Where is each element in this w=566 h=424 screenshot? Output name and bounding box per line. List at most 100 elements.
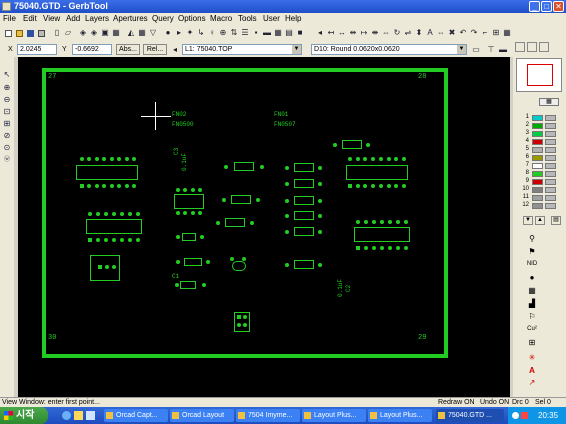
region-icon[interactable]: ▦ — [526, 285, 538, 296]
binoculars-icon[interactable]: ⚲ — [526, 233, 538, 244]
explorer-quicklaunch-icon[interactable] — [86, 411, 95, 420]
bend-icon[interactable]: ↳ — [196, 27, 206, 39]
save-icon[interactable] — [25, 27, 35, 39]
task-orcad-layout[interactable]: Orcad Layout — [170, 409, 234, 422]
layer-up-icon[interactable]: ▲ — [535, 216, 545, 225]
net-icon[interactable]: ✦ — [185, 27, 195, 39]
block-icon[interactable]: ■ — [295, 27, 305, 39]
menu-user[interactable]: User — [263, 13, 280, 25]
task-layout-plus-1[interactable]: Layout Plus... — [302, 409, 366, 422]
mode-icon[interactable] — [539, 42, 549, 52]
zoom-fit-icon[interactable]: ⊘ — [1, 131, 13, 141]
snowflake-icon[interactable]: ✳ — [526, 352, 538, 363]
pad-query-icon[interactable]: ● — [526, 272, 538, 283]
layer-row[interactable]: 6 — [513, 154, 566, 162]
gerber-canvas[interactable]: 27 28 30 29 FN02 FN0500 FN01 FN0507 C3 0… — [18, 57, 510, 397]
undo-icon[interactable]: ↶ — [458, 27, 468, 39]
corner-icon[interactable] — [527, 42, 537, 52]
layer-visibility-swatch[interactable] — [545, 131, 556, 137]
overview-panel[interactable] — [516, 58, 562, 92]
layer-row[interactable]: 10 — [513, 186, 566, 194]
new-file-icon[interactable] — [3, 27, 13, 39]
layer-visibility-swatch[interactable] — [545, 203, 556, 209]
layer-row[interactable]: 1 — [513, 114, 566, 122]
zoom-prev-icon[interactable]: ⊙ — [1, 143, 13, 153]
task-gerbtool[interactable]: 75040.GTD ... — [436, 409, 504, 422]
stretch-icon[interactable]: ↦ — [359, 27, 369, 39]
pad-icon[interactable]: ▸ — [174, 27, 184, 39]
open-folder-icon[interactable] — [14, 27, 24, 39]
pan-icon[interactable]: ↖ — [1, 70, 13, 80]
chart-icon[interactable]: ▟ — [526, 298, 538, 309]
compare-icon[interactable]: ⊞ — [526, 337, 538, 348]
distribute-icon[interactable]: ↔ — [337, 27, 347, 39]
menu-help[interactable]: Help — [285, 13, 301, 25]
abs-button[interactable]: Abs... — [116, 44, 140, 55]
desktop-quicklaunch-icon[interactable] — [74, 411, 83, 420]
x-coordinate-field[interactable]: 2.0245 — [17, 44, 57, 55]
layer-row[interactable]: 12 — [513, 202, 566, 210]
layer-color-swatch[interactable] — [532, 155, 543, 161]
zoom-all-icon[interactable]: ⊞ — [1, 119, 13, 129]
measure-icon[interactable]: ⊞ — [491, 27, 501, 39]
layer-row[interactable]: 2 — [513, 122, 566, 130]
layer-select[interactable]: L1: 75040.TOP ▼ — [182, 44, 302, 55]
redraw-icon[interactable]: ⓦ — [1, 155, 13, 165]
bracket-icon[interactable]: ⌐ — [480, 27, 490, 39]
snap-icon[interactable] — [515, 42, 525, 52]
menu-options[interactable]: Options — [178, 13, 206, 25]
chevron-down-icon[interactable]: ▼ — [457, 45, 466, 54]
redo-icon[interactable]: ↷ — [469, 27, 479, 39]
zoom-in-icon[interactable]: ⊕ — [1, 83, 13, 93]
lines-icon[interactable]: ☰ — [240, 27, 250, 39]
menu-layers[interactable]: Layers — [85, 13, 109, 25]
net-id-icon[interactable]: NID — [526, 259, 538, 270]
menu-add[interactable]: Add — [66, 13, 80, 25]
task-7504[interactable]: 7504 Imyme... — [236, 409, 300, 422]
aperture-table-icon[interactable]: ⊤ — [486, 44, 496, 56]
menu-macro[interactable]: Macro — [210, 13, 232, 25]
align-icon[interactable]: ↤ — [326, 27, 336, 39]
layer-color-swatch[interactable] — [532, 123, 543, 129]
layer-row[interactable]: 4 — [513, 138, 566, 146]
y-coordinate-field[interactable]: -0.6692 — [72, 44, 112, 55]
select-icon[interactable]: ▯ — [52, 27, 62, 39]
app-icon[interactable] — [2, 2, 11, 11]
maximize-button[interactable]: □ — [541, 1, 552, 12]
minimize-button[interactable]: _ — [529, 1, 540, 12]
layer-color-swatch[interactable] — [532, 195, 543, 201]
layer-row[interactable]: 3 — [513, 130, 566, 138]
ie-quicklaunch-icon[interactable] — [62, 411, 71, 420]
flag-icon[interactable]: ⚐ — [526, 311, 538, 322]
layer-visibility-swatch[interactable] — [545, 115, 556, 121]
window-icon[interactable]: ▣ — [100, 27, 110, 39]
zoom-out-icon[interactable]: ⊖ — [1, 95, 13, 105]
layer-color-swatch[interactable] — [532, 187, 543, 193]
tray-icon[interactable] — [512, 412, 519, 419]
layer-options-icon[interactable]: ▤ — [551, 216, 561, 225]
fill-icon[interactable]: ▬ — [262, 27, 272, 39]
cu-icon[interactable]: Cu² — [526, 324, 538, 335]
rel-button[interactable]: Rel... — [143, 44, 167, 55]
layer-visibility-swatch[interactable] — [545, 195, 556, 201]
layer-visibility-swatch[interactable] — [545, 187, 556, 193]
layer-row[interactable]: 5 — [513, 146, 566, 154]
mirror-icon[interactable]: ⇹ — [348, 27, 358, 39]
tray-icon[interactable] — [521, 412, 528, 419]
layer-visibility-swatch[interactable] — [545, 155, 556, 161]
drill-icon[interactable]: ⊕ — [218, 27, 228, 39]
task-layout-plus-2[interactable]: Layout Plus... — [368, 409, 432, 422]
layer-color-swatch[interactable] — [532, 147, 543, 153]
text-tool-icon[interactable]: A — [526, 365, 538, 376]
layer-row[interactable]: 11 — [513, 194, 566, 202]
delete-icon[interactable]: ✖ — [447, 27, 457, 39]
copy-icon[interactable]: ▱ — [63, 27, 73, 39]
arrow-tool-icon[interactable]: ↗ — [526, 377, 538, 388]
flash-icon[interactable]: ● — [163, 27, 173, 39]
aperture-list-icon[interactable]: ▬ — [498, 44, 508, 56]
layer-color-swatch[interactable] — [532, 131, 543, 137]
layer-visibility-swatch[interactable] — [545, 179, 556, 185]
menu-tools[interactable]: Tools — [238, 13, 257, 25]
layer-visibility-swatch[interactable] — [545, 171, 556, 177]
spread-icon[interactable]: ⇔ — [436, 27, 446, 39]
